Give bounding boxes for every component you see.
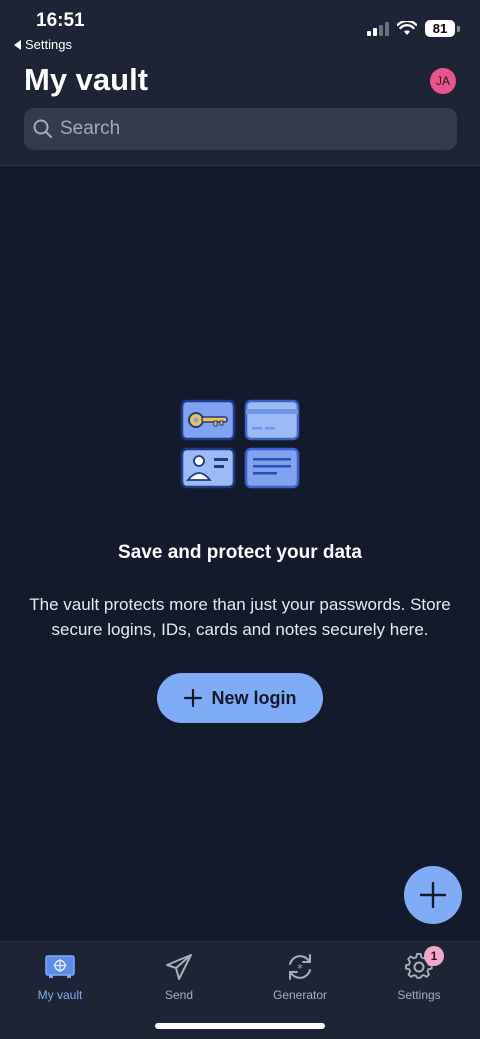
plus-icon	[420, 882, 446, 908]
back-arrow-icon	[14, 39, 21, 50]
battery-nub	[457, 25, 460, 32]
status-indicators: 81	[367, 20, 460, 37]
new-login-label: New login	[211, 687, 297, 708]
header-area: 16:51 Settings 81 My vault JA Search	[0, 0, 480, 166]
send-icon	[164, 952, 194, 982]
search-input[interactable]: Search	[24, 108, 457, 150]
status-time: 16:51	[36, 10, 85, 31]
back-to-settings-link[interactable]: Settings	[14, 37, 72, 52]
tab-send[interactable]: Send	[131, 952, 227, 1002]
vault-items-illustration	[180, 398, 300, 490]
tab-my-vault[interactable]: My vault	[12, 952, 108, 1002]
account-avatar[interactable]: JA	[430, 68, 456, 94]
home-indicator[interactable]	[155, 1023, 325, 1029]
cellular-signal-icon	[367, 21, 389, 36]
tab-label: Generator	[272, 988, 328, 1002]
search-icon	[33, 119, 53, 139]
wifi-icon	[397, 21, 417, 35]
settings-badge: 1	[424, 946, 444, 966]
vault-icon	[45, 952, 75, 982]
gear-icon: 1	[404, 946, 444, 982]
empty-state-description: The vault protects more than just your p…	[29, 595, 451, 639]
add-item-fab[interactable]	[404, 866, 462, 924]
back-link-label: Settings	[25, 37, 72, 52]
battery-level: 81	[425, 20, 455, 37]
empty-state-title: Save and protect your data	[118, 542, 362, 563]
tab-settings[interactable]: 1 Settings	[371, 946, 467, 1002]
tab-label: Send	[164, 988, 194, 1002]
battery-indicator: 81	[425, 20, 460, 37]
page-title: My vault	[24, 62, 149, 97]
tab-label: My vault	[37, 988, 83, 1002]
tab-label: Settings	[397, 988, 441, 1002]
new-login-button[interactable]: New login	[157, 673, 323, 723]
generator-icon: *	[285, 952, 315, 982]
tab-generator[interactable]: * Generator	[252, 952, 348, 1002]
plus-icon	[183, 689, 202, 707]
search-placeholder: Search	[60, 118, 121, 139]
svg-text:*: *	[297, 962, 303, 975]
